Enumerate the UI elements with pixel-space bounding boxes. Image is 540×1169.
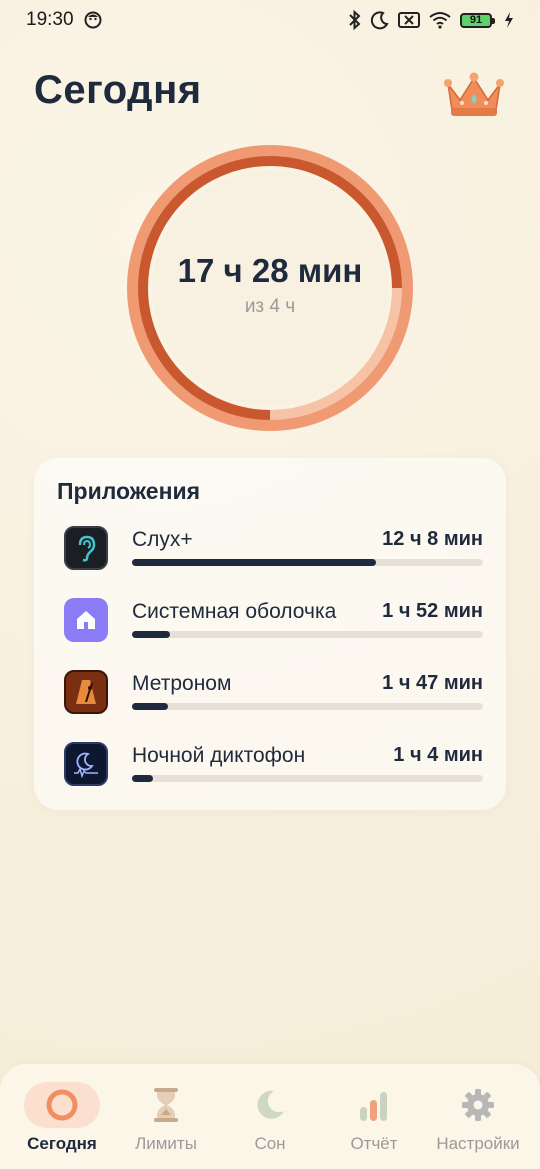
goal-time: из 4 ч [244,296,296,317]
moon-icon [370,10,390,30]
status-bar-left: 19:30 [26,9,102,31]
apps-card: Приложения Слух+ 12 ч 8 мин Системная об… [34,458,506,810]
app-usage-bar [132,775,483,782]
moon-icon [232,1082,308,1128]
battery-icon: 91 [460,12,495,28]
app-name: Системная оболочка [132,600,337,623]
ring-icon [24,1082,100,1128]
app-row[interactable]: Метроном 1 ч 47 мин [64,670,483,730]
app-time: 1 ч 4 мин [393,744,483,766]
gear-icon [440,1082,516,1128]
nav-label: Настройки [436,1134,520,1153]
status-time: 19:30 [26,9,74,30]
bar-chart-icon [336,1082,412,1128]
nav-item-report[interactable]: Отчёт [320,1082,428,1154]
app-name: Метроном [132,672,232,695]
app-row[interactable]: Ночной диктофон 1 ч 4 мин [64,742,483,802]
nav-label: Отчёт [350,1134,398,1153]
bottom-nav: Сегодня Лимиты Сон Отчёт Настройки [0,1064,540,1169]
app-row[interactable]: Слух+ 12 ч 8 мин [64,526,483,586]
bluetooth-icon [348,10,362,30]
total-time: 17 ч 28 мин [177,252,363,289]
app-usage-bar [132,703,483,710]
moon-recorder-icon [64,742,108,786]
app-usage-bar-fill [132,703,168,710]
app-time: 1 ч 47 мин [382,672,483,694]
app-name: Слух+ [132,528,193,551]
app-usage-bar-fill [132,559,376,566]
nav-item-sleep[interactable]: Сон [216,1082,324,1154]
crown-icon[interactable] [442,70,506,120]
face-icon [84,11,102,29]
nav-label: Сон [254,1134,286,1153]
status-bar-right: 91 [348,10,514,30]
nav-label: Сегодня [27,1134,97,1153]
app-time: 1 ч 52 мин [382,600,483,622]
app-row[interactable]: Системная оболочка 1 ч 52 мин [64,598,483,658]
nav-item-today[interactable]: Сегодня [8,1082,116,1154]
charging-icon [504,12,514,28]
hourglass-icon [128,1082,204,1128]
wifi-icon [428,11,452,29]
screen: 19:30 91 Сегодня 17 ч 28 мин из 4 ч Прил… [0,0,540,1169]
app-usage-bar-fill [132,631,170,638]
usage-ring-text: 17 ч 28 мин из 4 ч [127,145,413,431]
nav-label: Лимиты [135,1134,197,1153]
app-usage-bar [132,559,483,566]
sim-off-icon [398,11,420,29]
status-bar: 19:30 91 [0,0,540,40]
home-icon [64,598,108,642]
app-name: Ночной диктофон [132,744,306,767]
app-time: 12 ч 8 мин [382,528,483,550]
app-usage-bar-fill [132,775,154,782]
nav-item-limits[interactable]: Лимиты [112,1082,220,1154]
page-title: Сегодня [34,68,202,112]
usage-ring: 17 ч 28 мин из 4 ч [127,145,413,431]
ear-icon [64,526,108,570]
app-usage-bar [132,631,483,638]
apps-title: Приложения [57,478,201,504]
nav-item-settings[interactable]: Настройки [424,1082,532,1154]
metronome-icon [64,670,108,714]
